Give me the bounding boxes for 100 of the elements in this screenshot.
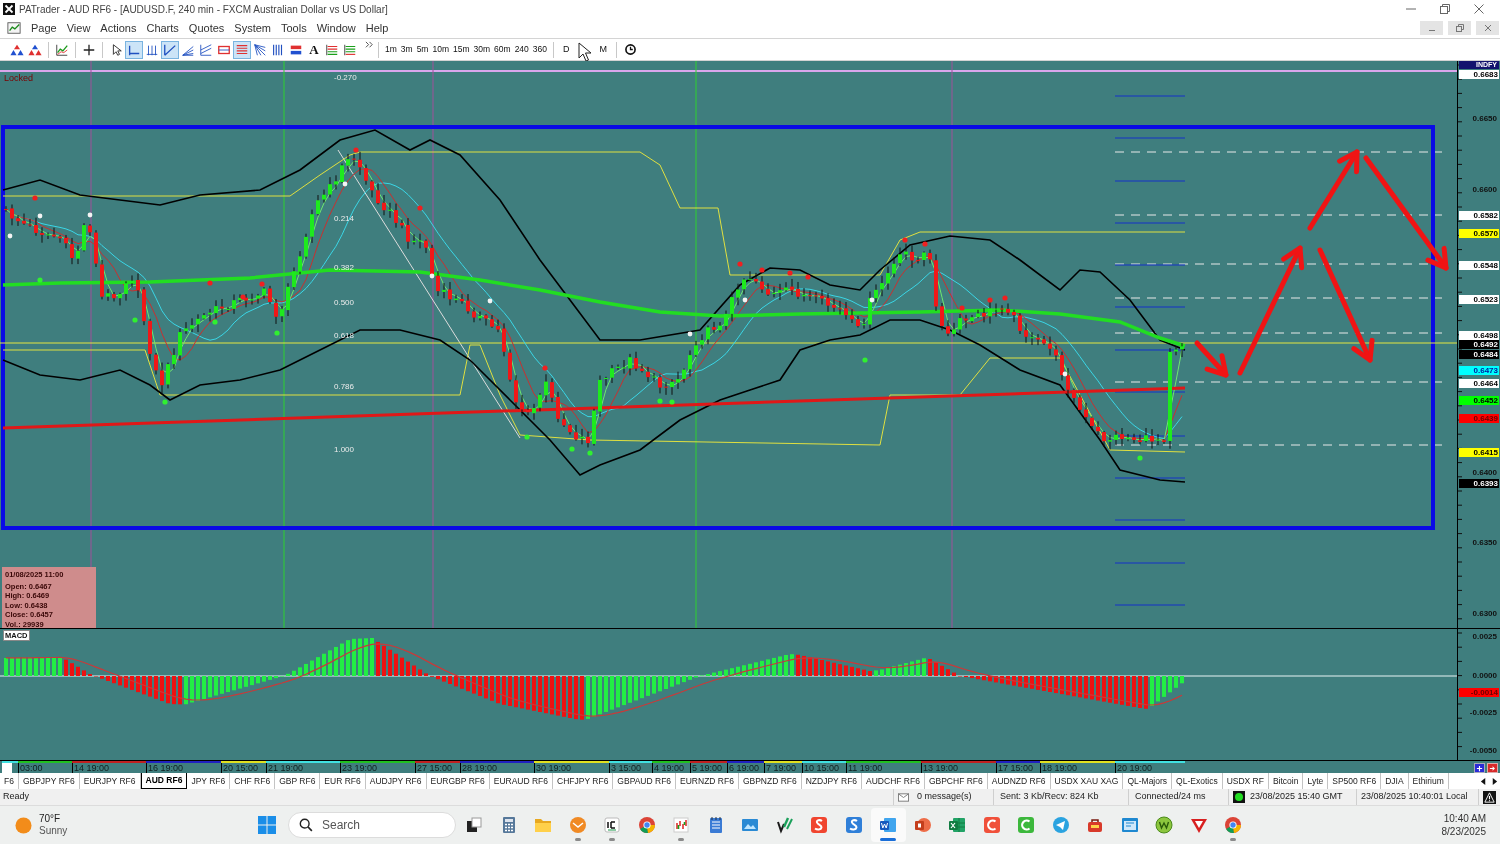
price-marker: 0.6582	[1459, 211, 1499, 220]
search-field[interactable]: Search	[288, 812, 456, 838]
level-line	[1114, 222, 1186, 224]
horizontal-lines-icon	[235, 42, 249, 57]
crosshair-icon	[82, 42, 96, 57]
menu-item[interactable]: View	[61, 19, 96, 37]
price-marker: 0.6452	[1459, 396, 1499, 405]
price-marker: 0.6683	[1459, 70, 1499, 79]
menu-item[interactable]: System	[229, 19, 276, 37]
price-marker: 0.6393	[1459, 479, 1499, 488]
document-icon	[878, 815, 899, 835]
level-line	[1114, 180, 1186, 182]
fibonacci-level-label: 0.214	[334, 214, 355, 223]
plus-icon	[1476, 764, 1483, 772]
level-line	[1114, 391, 1186, 393]
level-line	[1114, 264, 1186, 266]
menu-item[interactable]: Actions	[95, 19, 142, 37]
candlestick-chart-icon	[671, 815, 692, 835]
traffic-text: Sent: 3 Kb/Recv: 824 Kb	[1000, 790, 1099, 804]
tool-button[interactable]	[125, 40, 143, 59]
macd-marker: -0.0014	[1459, 688, 1499, 697]
menu-item[interactable]: Help	[360, 19, 394, 37]
fibonacci-level-label: -0.270	[334, 73, 357, 82]
restore-button[interactable]	[1448, 21, 1471, 35]
menu-item[interactable]: Tools	[276, 19, 312, 37]
lock-status: Locked	[4, 73, 34, 83]
double-chevron-icon	[365, 41, 374, 50]
level-line	[1114, 137, 1186, 139]
messages-count: 0 message(s)	[917, 790, 972, 804]
timeframe-button[interactable]: 5m	[414, 43, 431, 56]
browser-icon	[636, 815, 657, 835]
level-line	[1114, 477, 1186, 479]
triangles-icon	[28, 42, 42, 57]
level-line	[1114, 349, 1186, 351]
menu-item[interactable]: Charts	[141, 19, 184, 37]
horizontal-lines-icon	[343, 42, 357, 57]
price-tick-label: 0.6350	[1472, 538, 1497, 547]
price-marker: 0.6570	[1459, 229, 1499, 238]
tool-button[interactable]	[233, 40, 251, 59]
clock-icon	[625, 44, 636, 55]
timeframe-button[interactable]: 15m	[451, 43, 472, 56]
browser-icon	[1223, 815, 1244, 835]
fan-icon	[253, 42, 267, 57]
price-tick-label: 0.6600	[1472, 185, 1497, 194]
timeframe-button[interactable]: 10m	[430, 43, 451, 56]
macd-tick-label: 0.0025	[1472, 632, 1497, 641]
fibonacci-level-label: 0.786	[334, 382, 355, 391]
timeframe-button[interactable]: 30m	[471, 43, 493, 56]
trend-line-icon	[163, 42, 177, 57]
horizontal-lines-icon	[325, 42, 339, 57]
close-pane-button[interactable]	[1487, 763, 1498, 773]
status-text: Ready	[2, 790, 30, 804]
macd-tick-label: -0.0025	[1469, 708, 1497, 717]
timeframe-button[interactable]: 3m	[398, 43, 415, 56]
close-button[interactable]	[1476, 21, 1499, 35]
menu-item[interactable]: Page	[26, 19, 62, 37]
price-tick-label: 0.6400	[1472, 468, 1497, 477]
paper-plane-icon	[1050, 815, 1071, 835]
annotation-arrow	[1194, 340, 1229, 378]
macd-tick-label: -0.0050	[1469, 746, 1497, 755]
tool-button[interactable]	[161, 40, 179, 59]
price-marker: 0.6415	[1459, 448, 1499, 457]
timeframe-button[interactable]: 60m	[492, 43, 513, 56]
price-marker: 0.6473	[1459, 366, 1499, 375]
arc-tile-icon	[1016, 815, 1037, 835]
timeframe-button[interactable]: 240	[512, 43, 531, 56]
restore-icon	[1440, 4, 1450, 14]
symbol-tab[interactable]: AUD RF6	[140, 773, 188, 789]
macd-tick-label: 0.0000	[1472, 671, 1497, 680]
period-button[interactable]: M	[594, 42, 612, 57]
taskbar-app-button[interactable]	[871, 808, 906, 842]
price-marker: 0.6498	[1459, 331, 1499, 340]
timeframe-button[interactable]: 360	[530, 43, 549, 56]
envelope-icon	[898, 791, 909, 803]
menu-item[interactable]: Quotes	[183, 19, 230, 37]
menu-item[interactable]: Window	[311, 19, 361, 37]
right-arrow-icon	[1490, 777, 1498, 785]
text-tool-button[interactable]: A	[305, 40, 323, 59]
period-button[interactable]: D	[558, 42, 575, 57]
line-chart-icon	[55, 42, 69, 57]
fibonacci-level-label: 0.382	[334, 263, 355, 272]
clock-date: 8/23/2025	[1441, 825, 1486, 838]
fibonacci-level-label: 1.000	[334, 445, 355, 454]
add-pane-button[interactable]	[1474, 763, 1485, 773]
price-marker: 0.6464	[1459, 379, 1499, 388]
window-title: PATrader - AUD RF6 - [AUDUSD.F, 240 min - FXCM Australian Dollar vs US Dollar]	[19, 2, 388, 17]
chevron-circle-icon	[567, 815, 588, 835]
curve-tile-icon	[809, 815, 830, 835]
clock-time: 10:40 AM	[1443, 812, 1486, 825]
sun-icon	[15, 816, 32, 834]
warning-icon	[1483, 790, 1496, 804]
server-time: 23/08/2025 15:40 GMT	[1250, 790, 1343, 804]
task-view-icon	[464, 815, 485, 835]
arc-tile-icon	[981, 815, 1002, 835]
four-squares-icon	[257, 815, 277, 835]
right-arrow-icon	[1489, 764, 1496, 772]
price-marker: 0.6548	[1459, 261, 1499, 270]
window-tile-icon	[1119, 815, 1140, 835]
level-line	[1114, 519, 1186, 521]
timeframe-button[interactable]: 1m	[383, 43, 399, 56]
